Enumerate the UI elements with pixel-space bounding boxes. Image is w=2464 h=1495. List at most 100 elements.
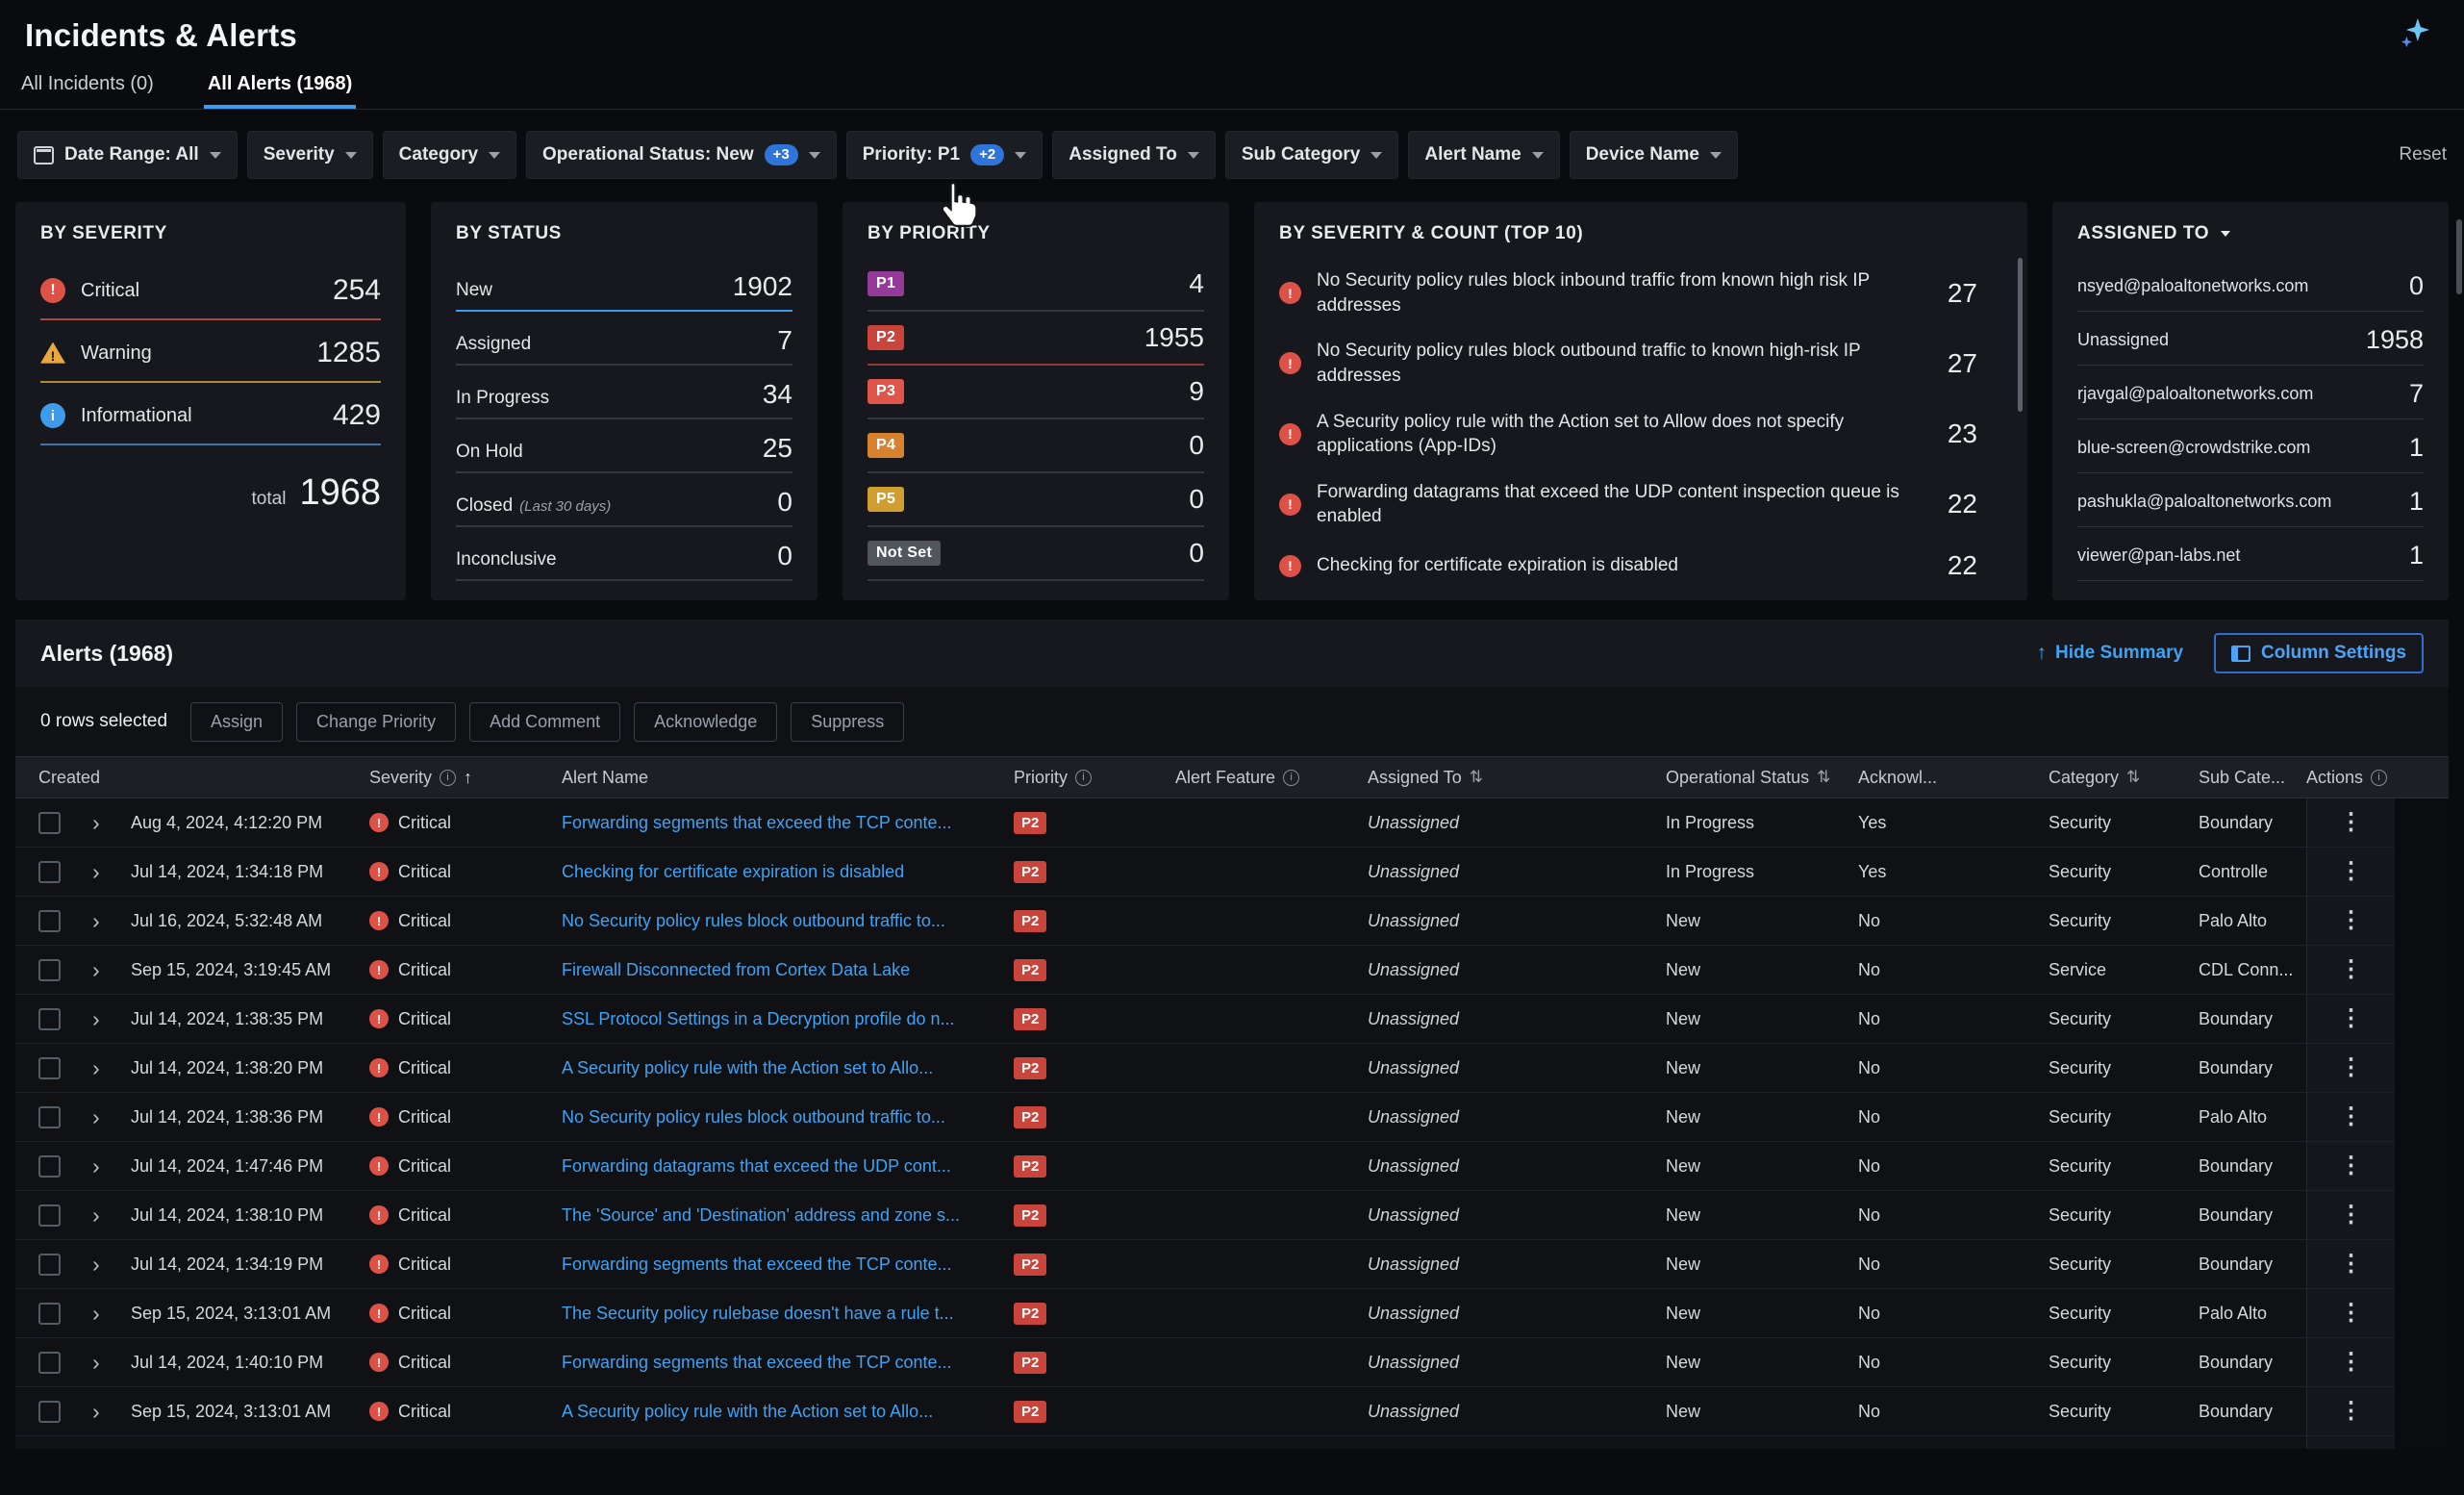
alert-name-link[interactable]: Checking for certificate expiration is d… bbox=[562, 862, 904, 882]
reset-filters-button[interactable]: Reset bbox=[2399, 144, 2447, 165]
filter-pill[interactable]: Alert Name bbox=[1408, 131, 1559, 179]
expand-row-icon[interactable] bbox=[92, 959, 100, 981]
assignee-row[interactable]: nsyed@paloaltonetworks.com 0 bbox=[2077, 258, 2424, 312]
assigned-to-dropdown[interactable]: ASSIGNED TO bbox=[2077, 223, 2424, 244]
filter-pill[interactable]: Date Range: All bbox=[17, 131, 238, 179]
filter-pill[interactable]: Priority: P1 +2 bbox=[846, 131, 1043, 179]
ai-sparkle-icon[interactable] bbox=[2399, 15, 2433, 55]
tab[interactable]: All Incidents (0) bbox=[17, 73, 158, 109]
top-alert-row[interactable]: No Security policy rules block outbound … bbox=[1279, 328, 2002, 398]
alert-name-link[interactable]: Forwarding datagrams that exceed the UDP… bbox=[562, 1156, 951, 1177]
expand-row-icon[interactable] bbox=[92, 812, 100, 834]
alert-name-link[interactable]: The 'Source' and 'Destination' address a… bbox=[562, 1205, 960, 1226]
severity-summary-row[interactable]: Warning 1285 bbox=[40, 320, 381, 383]
row-checkbox[interactable] bbox=[38, 1254, 61, 1276]
column-header[interactable]: Actions bbox=[2306, 768, 2395, 788]
expand-row-icon[interactable] bbox=[92, 861, 100, 883]
column-header[interactable]: Sub Cate... bbox=[2199, 768, 2306, 788]
filter-pill[interactable]: Severity bbox=[247, 131, 373, 179]
row-checkbox[interactable] bbox=[38, 1155, 61, 1178]
row-checkbox[interactable] bbox=[38, 1057, 61, 1079]
expand-row-icon[interactable] bbox=[92, 1106, 100, 1128]
column-header[interactable]: Created bbox=[38, 768, 369, 788]
row-checkbox[interactable] bbox=[38, 861, 61, 883]
alert-name-link[interactable]: No Security policy rules block outbound … bbox=[562, 911, 945, 931]
scrollbar-thumb[interactable] bbox=[2018, 258, 2023, 412]
hide-summary-button[interactable]: Hide Summary bbox=[2037, 642, 2184, 665]
assignee-row[interactable]: rjavgal@paloaltonetworks.com 7 bbox=[2077, 366, 2424, 419]
row-checkbox[interactable] bbox=[38, 1008, 61, 1030]
more-actions-icon[interactable] bbox=[2340, 1007, 2363, 1030]
priority-summary-row[interactable]: P2 1955 bbox=[867, 312, 1204, 366]
more-actions-icon[interactable] bbox=[2340, 1302, 2363, 1325]
column-header[interactable]: Priority bbox=[1014, 768, 1175, 788]
filter-pill[interactable]: Category bbox=[383, 131, 516, 179]
scrollbar-thumb[interactable] bbox=[2456, 219, 2462, 294]
alert-name-link[interactable]: Forwarding segments that exceed the TCP … bbox=[562, 813, 952, 833]
row-checkbox[interactable] bbox=[38, 910, 61, 932]
bulk-action-button[interactable]: Add Comment bbox=[469, 702, 620, 742]
tab[interactable]: All Alerts (1968) bbox=[204, 73, 356, 109]
more-actions-icon[interactable] bbox=[2340, 1105, 2363, 1128]
top-alert-row[interactable]: Forwarding datagrams that exceed the UDP… bbox=[1279, 469, 2002, 540]
row-checkbox[interactable] bbox=[38, 1352, 61, 1374]
bulk-action-button[interactable]: Suppress bbox=[791, 702, 904, 742]
expand-row-icon[interactable] bbox=[92, 1204, 100, 1227]
severity-summary-row[interactable]: Critical 254 bbox=[40, 258, 381, 320]
more-actions-icon[interactable] bbox=[2340, 909, 2363, 932]
more-actions-icon[interactable] bbox=[2340, 860, 2363, 883]
expand-row-icon[interactable] bbox=[92, 1303, 100, 1325]
column-header[interactable]: Alert Feature bbox=[1175, 768, 1368, 788]
row-checkbox[interactable] bbox=[38, 1204, 61, 1227]
column-header[interactable]: Operational Status bbox=[1666, 768, 1858, 788]
more-actions-icon[interactable] bbox=[2340, 1351, 2363, 1374]
alert-name-link[interactable]: A Security policy rule with the Action s… bbox=[562, 1402, 933, 1422]
top-alert-row[interactable]: Checking for certificate expiration is d… bbox=[1279, 540, 2002, 592]
more-actions-icon[interactable] bbox=[2340, 1154, 2363, 1178]
expand-row-icon[interactable] bbox=[92, 1254, 100, 1276]
filter-pill[interactable]: Device Name bbox=[1570, 131, 1738, 179]
status-summary-row[interactable]: In Progress 34 bbox=[456, 366, 792, 419]
column-header[interactable]: Category bbox=[2049, 768, 2199, 788]
expand-row-icon[interactable] bbox=[92, 1155, 100, 1178]
status-summary-row[interactable]: On Hold 25 bbox=[456, 419, 792, 473]
status-summary-row[interactable]: Closed(Last 30 days) 0 bbox=[456, 473, 792, 527]
top-alert-row[interactable]: No Security policy rules block inbound t… bbox=[1279, 258, 2002, 328]
bulk-action-button[interactable]: Change Priority bbox=[296, 702, 456, 742]
column-header[interactable]: Severity bbox=[369, 768, 562, 788]
priority-summary-row[interactable]: P4 0 bbox=[867, 419, 1204, 473]
bulk-action-button[interactable]: Assign bbox=[190, 702, 283, 742]
row-checkbox[interactable] bbox=[38, 959, 61, 981]
top-alert-row[interactable]: A Security policy rule with the Action s… bbox=[1279, 399, 2002, 469]
filter-pill[interactable]: Sub Category bbox=[1225, 131, 1399, 179]
more-actions-icon[interactable] bbox=[2340, 1400, 2363, 1423]
expand-row-icon[interactable] bbox=[92, 1057, 100, 1079]
assignee-row[interactable]: viewer@pan-labs.net 1 bbox=[2077, 527, 2424, 581]
alert-name-link[interactable]: A Security policy rule with the Action s… bbox=[562, 1058, 933, 1078]
row-checkbox[interactable] bbox=[38, 1106, 61, 1128]
column-header[interactable]: Assigned To bbox=[1368, 768, 1666, 788]
bulk-action-button[interactable]: Acknowledge bbox=[634, 702, 777, 742]
expand-row-icon[interactable] bbox=[92, 1352, 100, 1374]
column-header[interactable]: Alert Name bbox=[562, 768, 1014, 788]
alert-name-link[interactable]: Firewall Disconnected from Cortex Data L… bbox=[562, 960, 910, 980]
row-checkbox[interactable] bbox=[38, 1303, 61, 1325]
priority-summary-row[interactable]: P3 9 bbox=[867, 366, 1204, 419]
alert-name-link[interactable]: SSL Protocol Settings in a Decryption pr… bbox=[562, 1009, 955, 1029]
more-actions-icon[interactable] bbox=[2340, 811, 2363, 834]
more-actions-icon[interactable] bbox=[2340, 958, 2363, 981]
alert-name-link[interactable]: Forwarding segments that exceed the TCP … bbox=[562, 1353, 952, 1373]
column-settings-button[interactable]: Column Settings bbox=[2214, 633, 2424, 673]
priority-summary-row[interactable]: P5 0 bbox=[867, 473, 1204, 527]
alert-name-link[interactable]: The Security policy rulebase doesn't hav… bbox=[562, 1304, 954, 1324]
assignee-row[interactable]: Unassigned 1958 bbox=[2077, 312, 2424, 366]
assignee-row[interactable]: blue-screen@crowdstrike.com 1 bbox=[2077, 419, 2424, 473]
status-summary-row[interactable]: Assigned 7 bbox=[456, 312, 792, 366]
filter-pill[interactable]: Operational Status: New +3 bbox=[526, 131, 837, 179]
alert-name-link[interactable]: Forwarding segments that exceed the TCP … bbox=[562, 1254, 952, 1275]
filter-pill[interactable]: Assigned To bbox=[1052, 131, 1216, 179]
more-actions-icon[interactable] bbox=[2340, 1253, 2363, 1276]
more-actions-icon[interactable] bbox=[2340, 1056, 2363, 1079]
priority-summary-row[interactable]: P1 4 bbox=[867, 258, 1204, 312]
priority-summary-row[interactable]: Not Set 0 bbox=[867, 527, 1204, 581]
